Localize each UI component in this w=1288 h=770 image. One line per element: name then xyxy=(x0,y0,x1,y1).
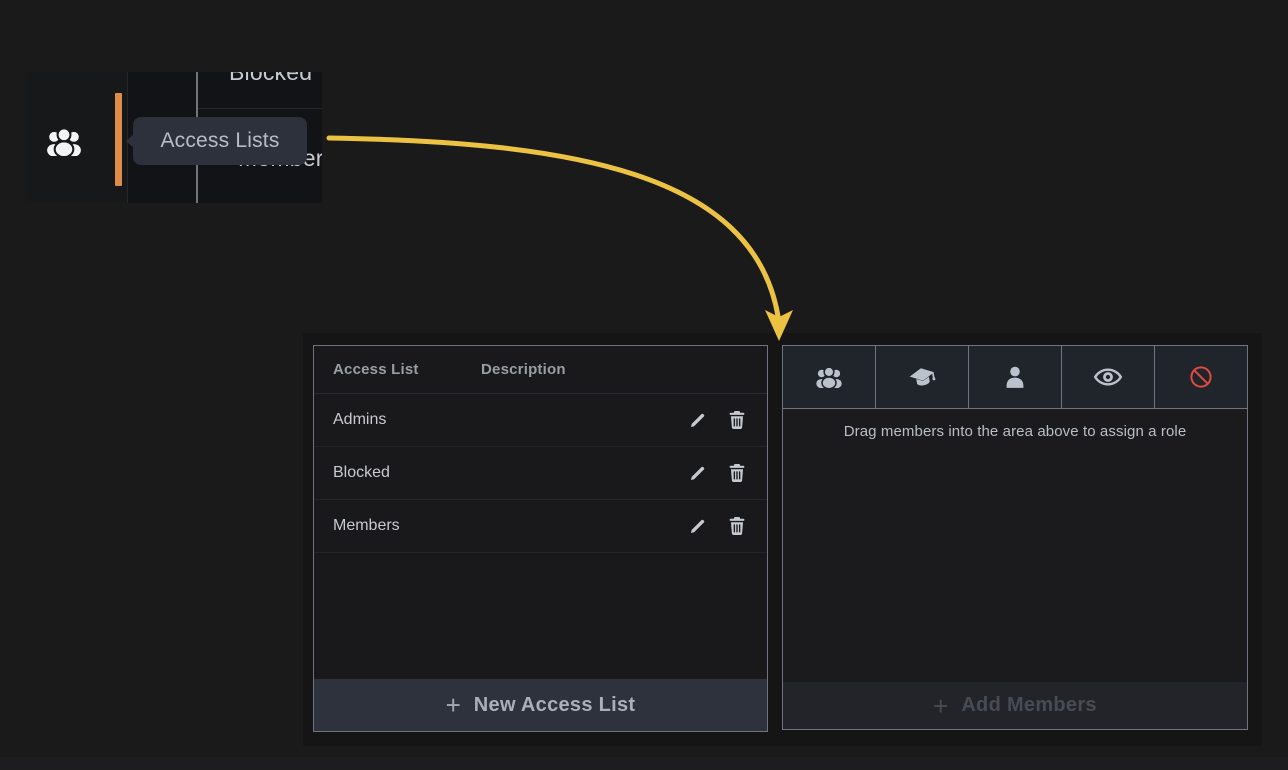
row-actions xyxy=(689,411,745,429)
access-list-name: Members xyxy=(333,517,689,535)
partial-row-blocked: Blocked xyxy=(229,72,312,86)
row-actions xyxy=(689,464,745,482)
sidebar-rail xyxy=(25,72,127,203)
delete-icon[interactable] xyxy=(729,411,745,429)
empty-area xyxy=(314,553,767,679)
graduation-cap-icon xyxy=(909,366,936,389)
delete-icon[interactable] xyxy=(729,464,745,482)
role-dropzones xyxy=(783,346,1247,409)
panels-container: Access List Description Admins xyxy=(303,333,1262,746)
plus-icon: + xyxy=(446,692,461,718)
access-list-row-members[interactable]: Members xyxy=(314,500,767,553)
drag-hint: Drag members into the area above to assi… xyxy=(783,423,1247,440)
access-list-name: Blocked xyxy=(333,464,689,482)
add-members-button[interactable]: + Add Members xyxy=(783,682,1247,729)
access-lists-panel: Access List Description Admins xyxy=(313,345,768,732)
active-nav-indicator xyxy=(115,93,122,186)
people-group-icon[interactable] xyxy=(45,127,83,156)
row-actions xyxy=(689,517,745,535)
role-blocked-dropzone[interactable] xyxy=(1155,346,1247,408)
access-list-row-blocked[interactable]: Blocked xyxy=(314,447,767,500)
role-members-dropzone[interactable] xyxy=(969,346,1062,408)
tooltip-label: Access Lists xyxy=(160,129,279,153)
row-separator xyxy=(198,108,322,109)
access-list-row-admins[interactable]: Admins xyxy=(314,394,767,447)
person-icon xyxy=(1003,366,1027,388)
tooltip-access-lists: Access Lists xyxy=(133,117,307,165)
screen: Blocked Members Access Lists Access List… xyxy=(0,0,1288,770)
members-panel: Drag members into the area above to assi… xyxy=(782,345,1248,730)
role-admins-dropzone[interactable] xyxy=(783,346,876,408)
window-bottom-edge xyxy=(0,757,1288,770)
column-header-description: Description xyxy=(481,361,566,378)
table-header: Access List Description xyxy=(314,346,767,394)
empty-drop-area xyxy=(783,440,1247,682)
role-instructors-dropzone[interactable] xyxy=(876,346,969,408)
people-group-icon xyxy=(815,366,843,388)
edit-icon[interactable] xyxy=(689,411,707,429)
column-header-access-list: Access List xyxy=(333,361,481,378)
prohibition-icon xyxy=(1189,365,1213,389)
plus-icon: + xyxy=(933,693,948,719)
new-access-list-label: New Access List xyxy=(474,694,636,717)
delete-icon[interactable] xyxy=(729,517,745,535)
add-members-label: Add Members xyxy=(961,694,1097,717)
edit-icon[interactable] xyxy=(689,464,707,482)
role-viewers-dropzone[interactable] xyxy=(1062,346,1155,408)
access-list-name: Admins xyxy=(333,411,689,429)
new-access-list-button[interactable]: + New Access List xyxy=(314,679,767,731)
eye-icon xyxy=(1093,367,1123,387)
edit-icon[interactable] xyxy=(689,517,707,535)
